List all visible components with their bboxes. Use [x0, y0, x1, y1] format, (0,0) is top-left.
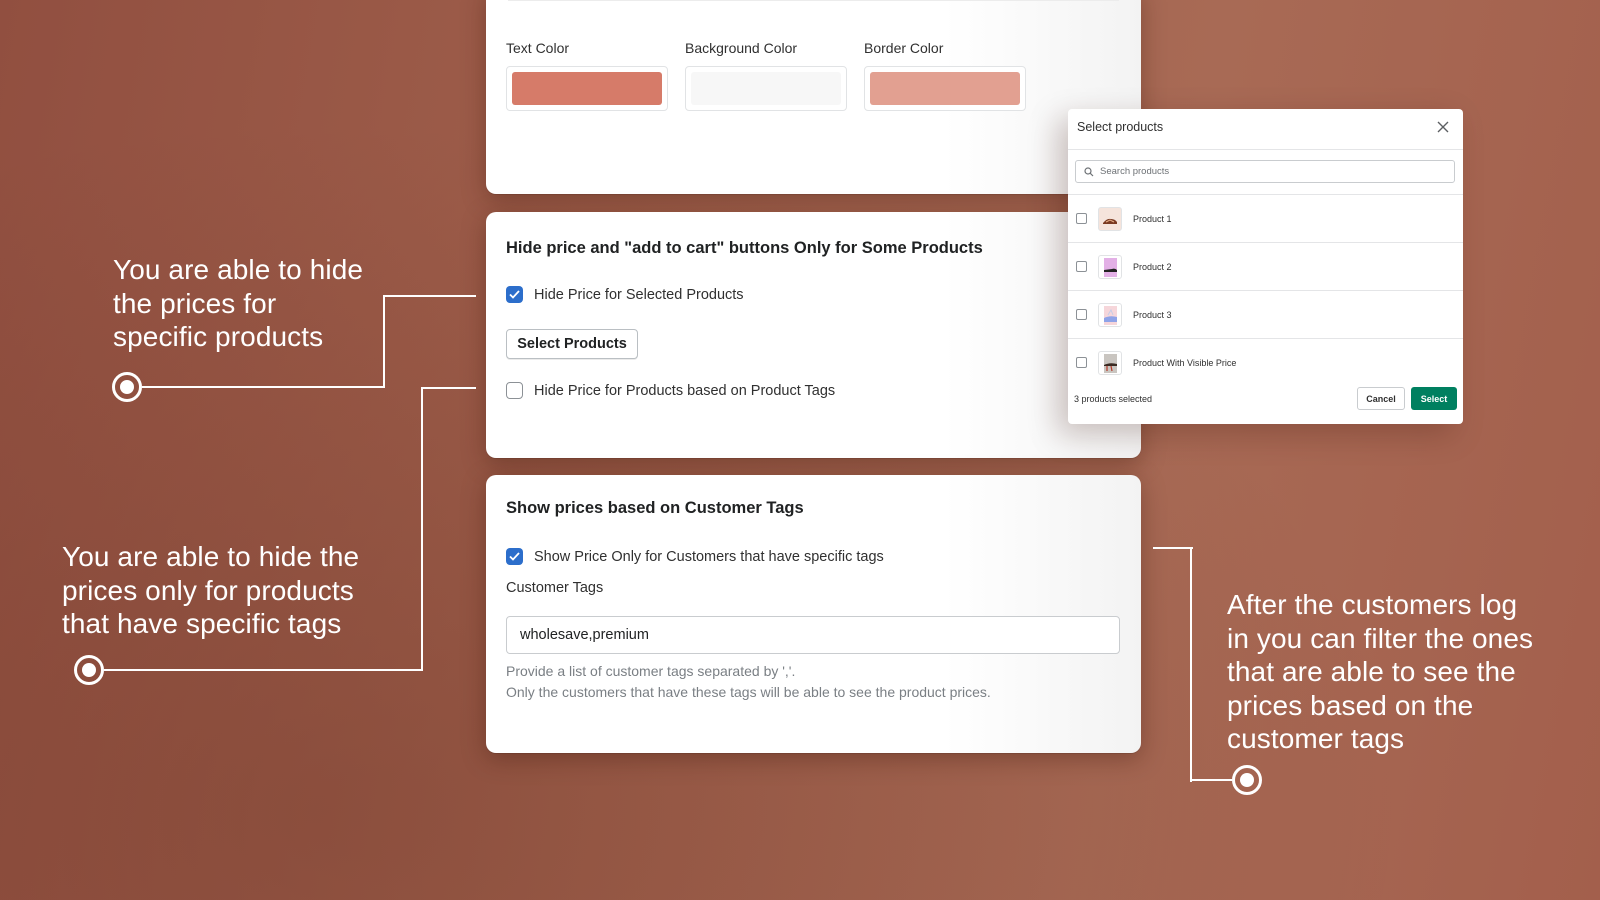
product-thumbnail [1098, 350, 1122, 375]
hide-by-product-tags-option[interactable]: Hide Price for Products based on Product… [506, 382, 835, 399]
product-row[interactable]: Product 3 [1068, 291, 1463, 338]
divider [1068, 149, 1463, 150]
checkmark-icon [509, 552, 520, 561]
connector-line [142, 386, 385, 388]
callout-line: You are able to hide [113, 254, 364, 285]
product-thumbnail [1098, 254, 1122, 279]
callout-line: customer tags [1227, 723, 1405, 754]
hide-products-card: Hide price and "add to cart" buttons Onl… [486, 212, 1141, 458]
shoe-image-icon [1104, 305, 1117, 325]
product-row[interactable]: Product 2 [1068, 243, 1463, 290]
connector-line [1153, 547, 1193, 549]
search-products-input[interactable]: Search products [1075, 160, 1455, 183]
callout-line: After the customers log [1227, 589, 1518, 620]
border-color-swatch [870, 72, 1020, 105]
customer-tags-help-1: Provide a list of customer tags separate… [506, 663, 796, 679]
callout-line: specific products [113, 321, 324, 352]
callout-line: prices based on the [1227, 689, 1474, 721]
callout-customer-tags: After the customers log in you can filte… [1227, 588, 1533, 756]
text-color-swatch [512, 72, 662, 105]
callout-line: that are able to see the [1227, 656, 1516, 687]
close-icon[interactable] [1435, 119, 1451, 135]
customer-tags-card: Show prices based on Customer Tags Show … [486, 475, 1141, 753]
callout-marker-dot [74, 655, 104, 685]
selected-count: 3 products selected [1074, 394, 1153, 404]
connector-line [104, 669, 423, 671]
hide-selected-products-option[interactable]: Hide Price for Selected Products [506, 286, 744, 303]
callout-line: the prices for [113, 287, 277, 319]
connector-line [383, 295, 385, 388]
customer-tags-help-2: Only the customers that have these tags … [506, 684, 991, 700]
product-checkbox[interactable] [1076, 309, 1087, 320]
select-products-button[interactable]: Select Products [506, 329, 638, 359]
product-thumbnail [1098, 206, 1122, 231]
callout-line: prices only for products [62, 574, 354, 606]
background-color-picker[interactable] [685, 66, 847, 111]
product-name: Product With Visible Price [1133, 357, 1237, 368]
product-checkbox[interactable] [1076, 261, 1087, 272]
callout-line: You are able to hide the [62, 541, 360, 572]
callout-marker-dot [1232, 765, 1262, 795]
shoe-image-icon [1104, 353, 1117, 373]
background-color-swatch [691, 72, 841, 105]
modal-title: Select products [1077, 120, 1164, 134]
appearance-card: Text Color Background Color Border Color [486, 0, 1141, 194]
customer-tags-input[interactable]: wholesave,premium [506, 616, 1120, 654]
previous-field-edge [508, 0, 1119, 1]
hide-by-product-tags-label: Hide Price for Products based on Product… [534, 382, 836, 399]
connector-line [1190, 779, 1232, 781]
product-name: Product 3 [1133, 309, 1172, 320]
customer-tags-label: Customer Tags [506, 580, 604, 596]
checkmark-icon [509, 290, 520, 299]
hide-by-product-tags-checkbox[interactable] [506, 382, 523, 399]
product-name: Product 1 [1133, 213, 1172, 224]
search-icon [1084, 166, 1094, 176]
border-color-picker[interactable] [864, 66, 1026, 111]
cancel-button[interactable]: Cancel [1357, 387, 1405, 410]
hide-products-title: Hide price and "add to cart" buttons Onl… [506, 239, 983, 257]
select-button[interactable]: Select [1411, 387, 1457, 410]
customer-tags-title: Show prices based on Customer Tags [506, 499, 804, 517]
border-color-label: Border Color [864, 40, 944, 56]
connector-line [1190, 547, 1192, 782]
show-price-customers-label: Show Price Only for Customers that have … [534, 548, 884, 565]
select-products-modal: Select products Search products Product … [1068, 109, 1463, 424]
callout-product-tags: You are able to hide the prices only for… [62, 540, 359, 641]
product-name: Product 2 [1133, 261, 1172, 272]
callout-marker-dot [112, 372, 142, 402]
connector-line [383, 295, 476, 297]
product-checkbox[interactable] [1076, 357, 1087, 368]
connector-line [421, 387, 423, 671]
product-thumbnail [1098, 302, 1122, 327]
search-placeholder: Search products [1100, 166, 1170, 177]
shoe-image-icon [1103, 218, 1117, 224]
callout-specific-products: You are able to hide the prices for spec… [113, 253, 363, 354]
background-color-label: Background Color [685, 40, 798, 56]
show-price-customers-option[interactable]: Show Price Only for Customers that have … [506, 548, 884, 565]
shoe-image-icon [1104, 257, 1117, 277]
text-color-label: Text Color [506, 40, 570, 56]
product-checkbox[interactable] [1076, 213, 1087, 224]
product-row[interactable]: Product 1 [1068, 195, 1463, 242]
callout-line: that have specific tags [62, 608, 342, 639]
connector-line [421, 387, 476, 389]
product-row[interactable]: Product With Visible Price [1068, 339, 1463, 386]
callout-line: in you can filter the ones [1227, 622, 1534, 654]
show-price-customers-checkbox[interactable] [506, 548, 523, 565]
text-color-picker[interactable] [506, 66, 668, 111]
hide-selected-products-checkbox[interactable] [506, 286, 523, 303]
hide-selected-products-label: Hide Price for Selected Products [534, 286, 744, 303]
